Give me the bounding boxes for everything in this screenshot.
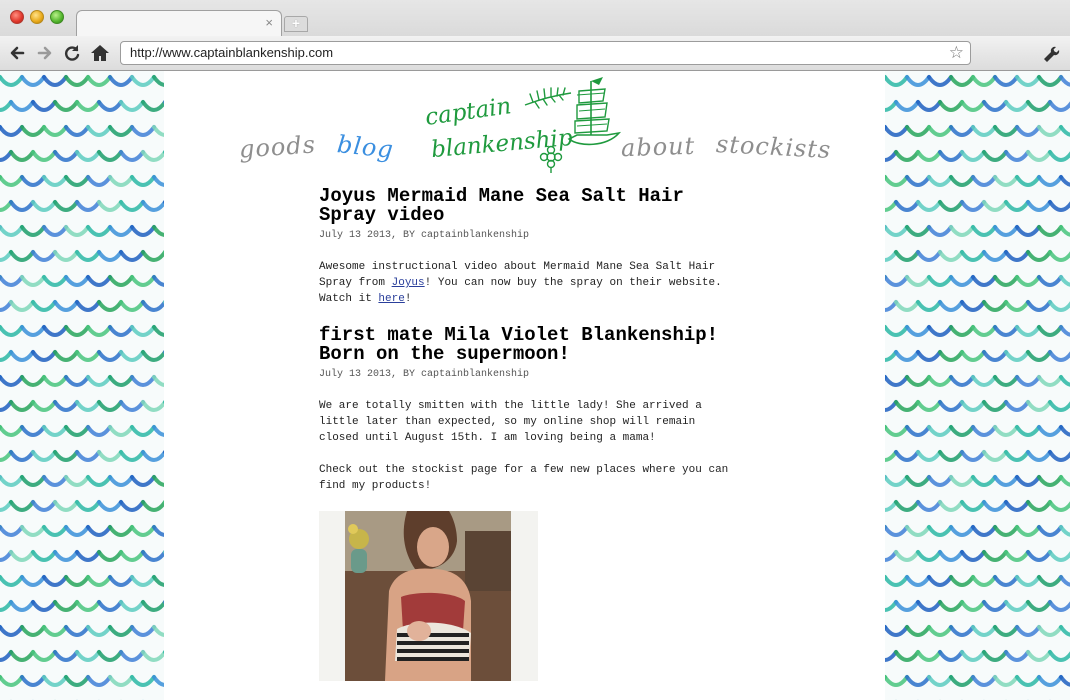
here-link[interactable]: here — [378, 293, 404, 305]
nav-about[interactable]: about — [621, 132, 696, 163]
wave-pattern-right — [885, 71, 1070, 700]
reload-icon[interactable] — [61, 42, 83, 64]
site-logo[interactable]: captain blankenship — [419, 73, 624, 179]
home-icon[interactable] — [89, 42, 111, 64]
blog-posts: Joyus Mermaid Mane Sea Salt Hair Spray v… — [319, 187, 729, 681]
joyus-link[interactable]: Joyus — [392, 277, 425, 289]
post-meta: July 13 2013, BY captainblankenship — [319, 369, 530, 380]
browser-toolbar: http://www.captainblankenship.com ☆ — [0, 36, 1070, 70]
zoom-window-button[interactable] — [50, 10, 64, 24]
address-bar-url[interactable]: http://www.captainblankenship.com — [130, 45, 333, 60]
browser-tab[interactable]: × — [76, 10, 282, 37]
post-text: Watch it — [319, 293, 379, 305]
post-paragraph: Watch it here! — [319, 291, 729, 307]
post-paragraph: We are totally smitten with the little l… — [319, 400, 702, 444]
address-bar[interactable]: http://www.captainblankenship.com ☆ — [120, 41, 971, 65]
wrench-icon[interactable] — [1040, 42, 1062, 64]
new-tab-button[interactable]: + — [284, 16, 308, 32]
nav-stockists[interactable]: stockists — [715, 130, 832, 164]
post-body: Awesome instructional video about Mermai… — [319, 259, 729, 307]
arrow-right-icon[interactable] — [33, 42, 55, 64]
close-window-button[interactable] — [10, 10, 24, 24]
logo-text-captain: captain — [423, 93, 513, 131]
post-body: We are totally smitten with the little l… — [319, 398, 729, 494]
wave-pattern-left — [0, 71, 164, 700]
ship-icon — [524, 77, 622, 173]
nav-blog[interactable]: blog — [336, 130, 395, 164]
photo-mother-baby — [345, 511, 511, 681]
post-paragraph: Awesome instructional video about Mermai… — [319, 259, 729, 291]
post-meta: July 13 2013, BY captainblankenship — [319, 230, 530, 241]
post-photo[interactable] — [319, 511, 538, 681]
nav-goods[interactable]: goods — [238, 130, 317, 163]
post-paragraph: Check out the stockist page for a few ne… — [319, 464, 729, 492]
minimize-window-button[interactable] — [30, 10, 44, 24]
content-area: goods blog captain blankenship about sto… — [164, 71, 885, 700]
title-bar: × + — [0, 0, 1070, 37]
browser-chrome: × + http://www.captainblankenship.com ☆ — [0, 0, 1070, 71]
tab-close-icon[interactable]: × — [265, 16, 273, 30]
blog-post: first mate Mila Violet Blankenship! Born… — [319, 326, 729, 681]
post-text: ! — [404, 293, 412, 305]
arrow-left-icon[interactable] — [7, 42, 29, 64]
page-viewport[interactable]: goods blog captain blankenship about sto… — [0, 71, 1070, 700]
blog-post: Joyus Mermaid Mane Sea Salt Hair Spray v… — [319, 187, 729, 307]
star-icon[interactable]: ☆ — [949, 43, 964, 63]
post-title[interactable]: first mate Mila Violet Blankenship! Born… — [319, 326, 729, 364]
post-title[interactable]: Joyus Mermaid Mane Sea Salt Hair Spray v… — [319, 187, 729, 225]
post-text: ! You can now buy the spray on their web… — [424, 277, 722, 289]
